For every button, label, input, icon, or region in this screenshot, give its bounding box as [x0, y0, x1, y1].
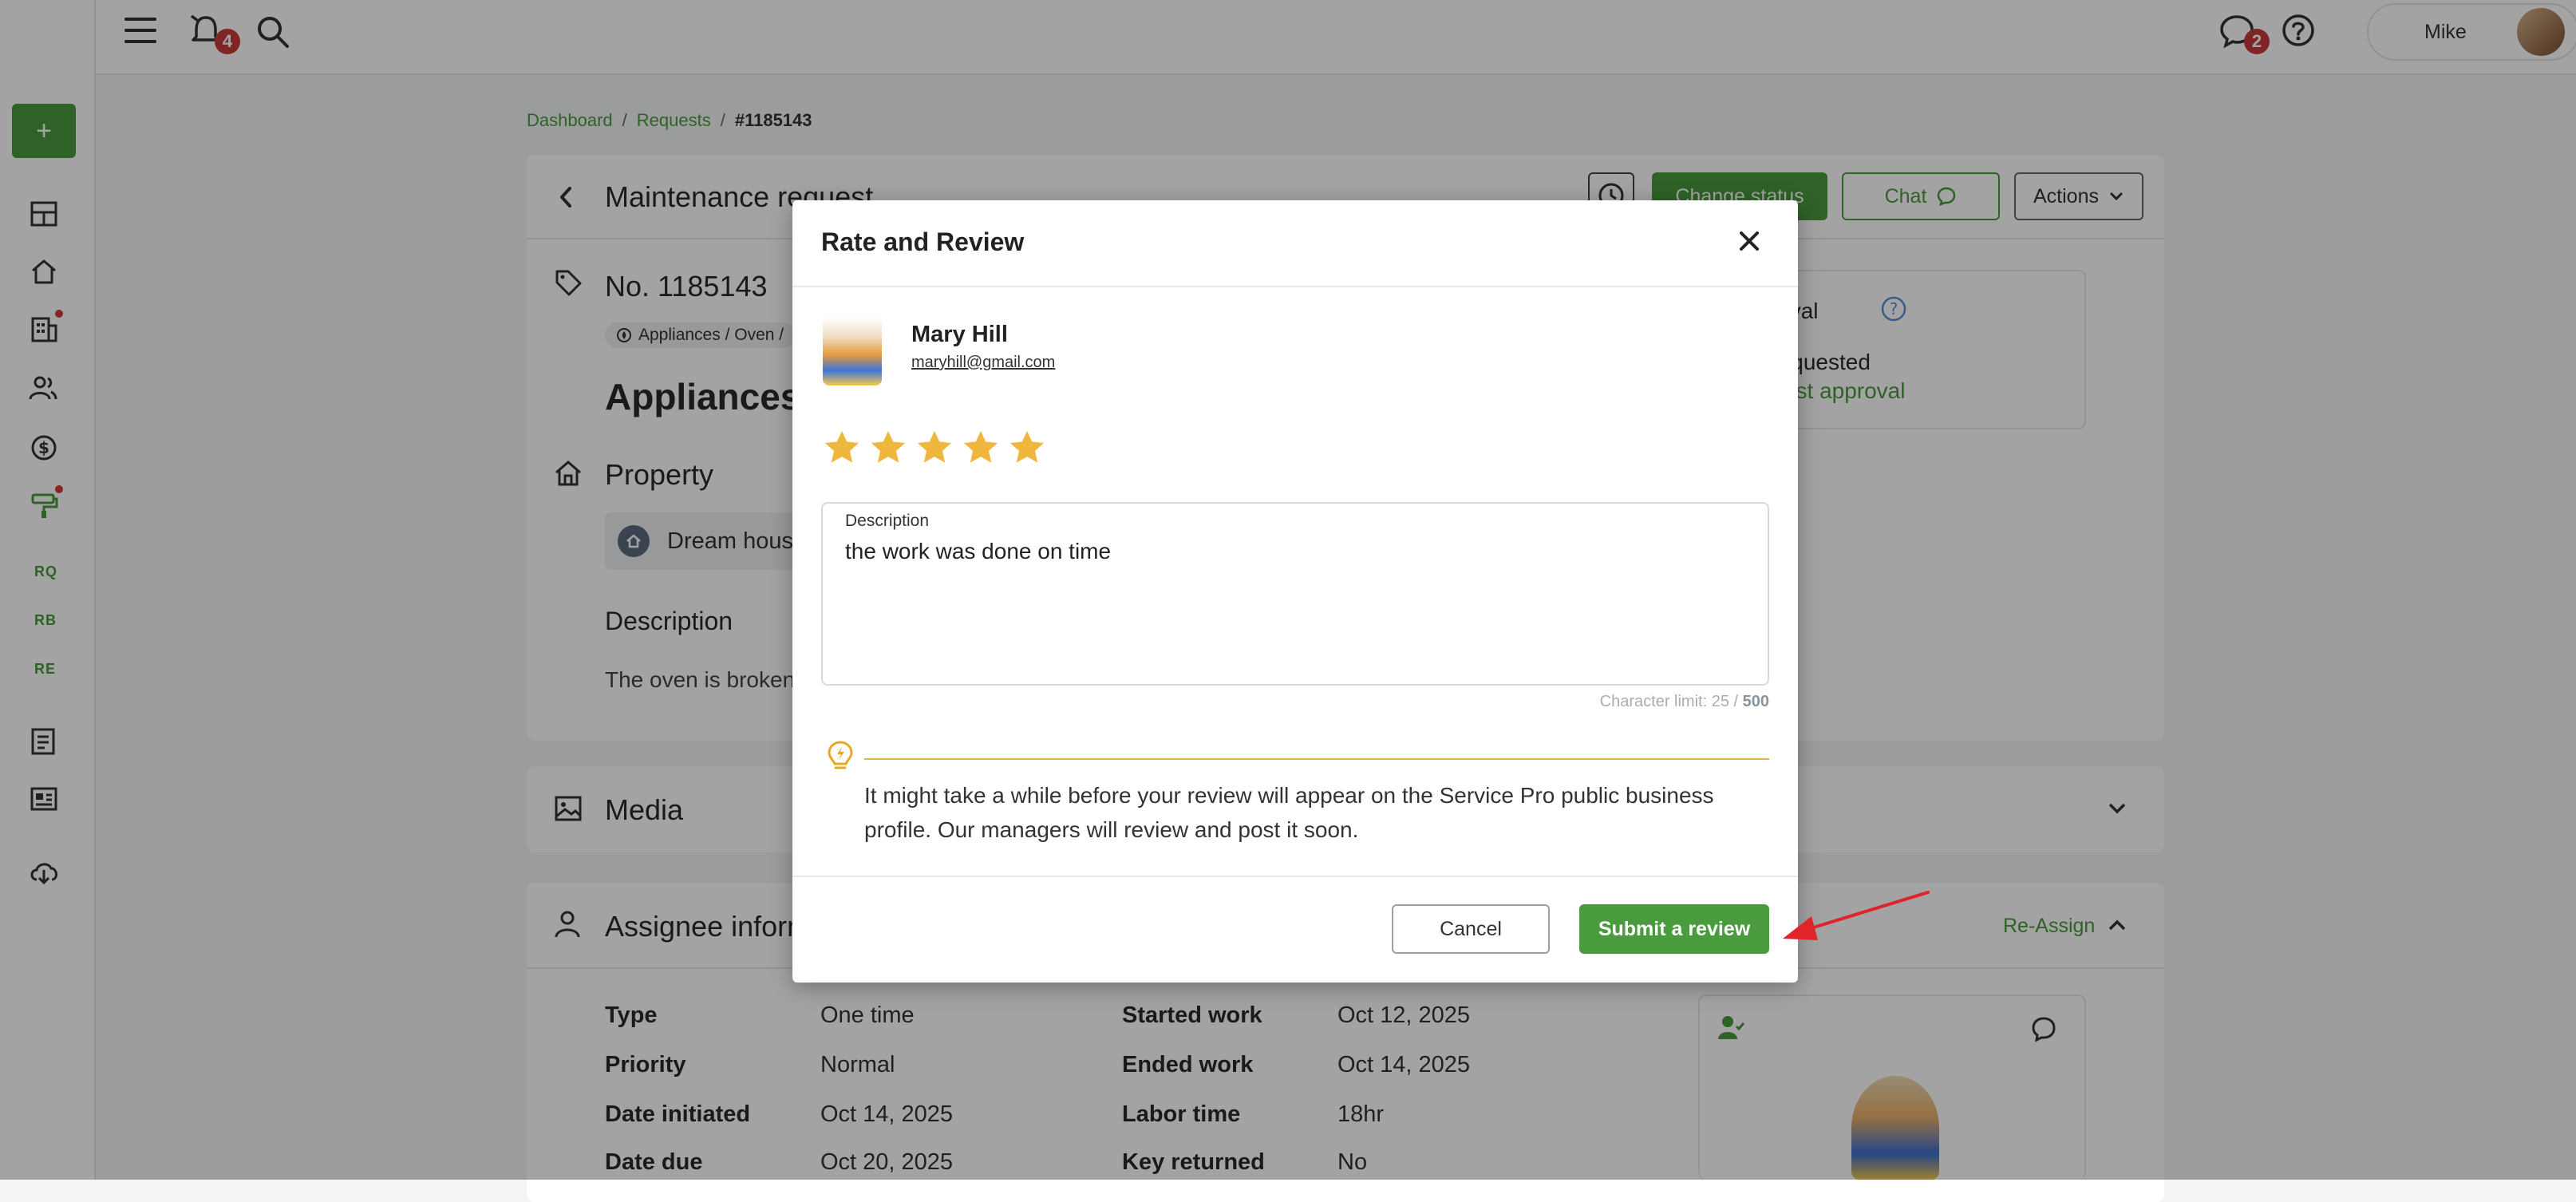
submit-review-button[interactable]: Submit a review	[1579, 904, 1769, 954]
star-icon[interactable]	[915, 429, 954, 467]
description-textarea[interactable]: Description the work was done on time	[821, 502, 1769, 686]
modal-title: Rate and Review	[821, 227, 1025, 256]
info-divider	[864, 758, 1769, 760]
close-icon[interactable]	[1737, 229, 1761, 253]
reviewer-avatar	[823, 317, 882, 386]
modal-header-divider	[792, 286, 1798, 287]
annotation-arrow	[1776, 884, 1936, 956]
star-icon[interactable]	[823, 429, 861, 467]
star-rating[interactable]	[823, 429, 1046, 467]
star-icon[interactable]	[962, 429, 1000, 467]
character-limit-label: Character limit: 25 /	[1599, 693, 1739, 710]
rate-review-modal: Rate and Review Mary Hill maryhill@gmail…	[792, 200, 1798, 983]
star-icon[interactable]	[1008, 429, 1046, 467]
cancel-button[interactable]: Cancel	[1392, 904, 1550, 954]
lightbulb-icon	[826, 740, 855, 773]
description-label: Description	[845, 512, 930, 530]
reviewer-name: Mary Hill	[911, 322, 1008, 347]
character-limit-max: 500	[1742, 693, 1769, 710]
character-limit: Character limit: 25 / 500	[1600, 693, 1769, 711]
modal-footer-divider	[792, 876, 1798, 877]
description-value: the work was done on time	[845, 539, 1112, 563]
info-text: It might take a while before your review…	[864, 783, 1714, 842]
reviewer-email[interactable]: maryhill@gmail.com	[911, 354, 1055, 372]
star-icon[interactable]	[869, 429, 907, 467]
